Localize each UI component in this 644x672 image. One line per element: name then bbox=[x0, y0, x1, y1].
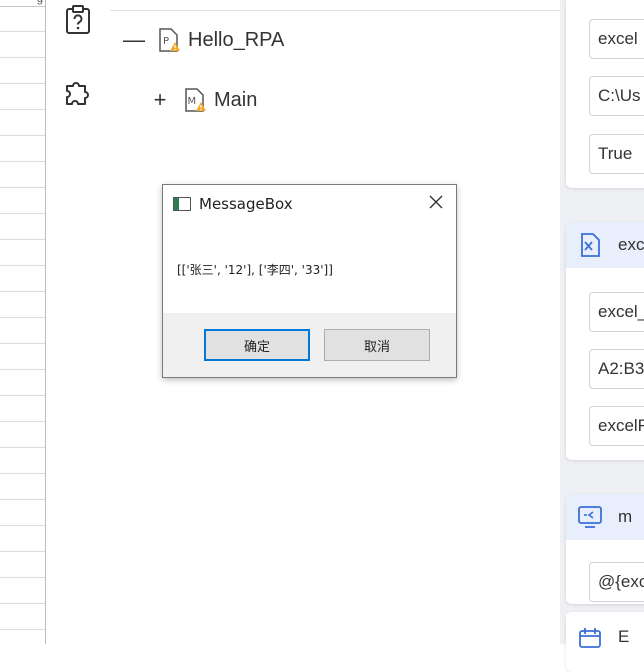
ok-button[interactable]: 确定 bbox=[204, 329, 310, 361]
cancel-button[interactable]: 取消 bbox=[324, 329, 430, 361]
property-field[interactable]: True bbox=[589, 134, 644, 174]
spreadsheet-strip: g bbox=[0, 0, 46, 644]
activity-title: m bbox=[618, 507, 633, 526]
icon-sidebar bbox=[46, 0, 111, 644]
property-field[interactable]: excelF bbox=[589, 406, 644, 446]
close-icon[interactable] bbox=[426, 193, 446, 213]
spreadsheet-top-glyph: g bbox=[37, 0, 43, 5]
activity-title: exc bbox=[618, 235, 644, 254]
tree-divider bbox=[110, 10, 560, 11]
property-field[interactable]: A2:B3 bbox=[589, 349, 644, 389]
svg-text:M: M bbox=[188, 96, 197, 107]
excel-x-icon bbox=[576, 231, 604, 259]
activity-header-excel[interactable]: exc bbox=[566, 222, 644, 268]
expand-toggle[interactable]: + bbox=[146, 87, 174, 113]
main-file-warning-icon: M bbox=[182, 87, 208, 113]
tree-node-hello-rpa[interactable]: — P Hello_RPA bbox=[120, 27, 284, 53]
property-field[interactable]: excel_ bbox=[589, 292, 644, 332]
monitor-message-icon bbox=[576, 503, 604, 531]
tree-node-label: Main bbox=[214, 88, 258, 111]
activity-header-4[interactable]: E bbox=[566, 614, 644, 660]
property-field[interactable]: excel bbox=[589, 19, 644, 59]
dialog-title: MessageBox bbox=[199, 195, 293, 213]
dialog-titlebar[interactable]: MessageBox bbox=[163, 185, 456, 223]
svg-text:P: P bbox=[163, 36, 169, 47]
app-window-icon bbox=[173, 197, 191, 211]
puzzle-icon[interactable] bbox=[60, 74, 96, 110]
tree-node-main[interactable]: + M Main bbox=[146, 87, 258, 113]
activity-title: E bbox=[618, 627, 630, 646]
dialog-footer: 确定 取消 bbox=[163, 313, 456, 377]
activity-header-message[interactable]: m bbox=[566, 494, 644, 540]
property-field[interactable]: @{exc bbox=[589, 562, 644, 602]
spreadsheet-top-cell: g bbox=[0, 0, 45, 7]
calendar-icon bbox=[576, 623, 604, 651]
collapse-toggle[interactable]: — bbox=[120, 27, 148, 53]
clipboard-question-icon[interactable] bbox=[60, 2, 96, 38]
properties-panel: excel C:\Us True exc excel_ A2:B3 excelF… bbox=[560, 0, 644, 672]
property-field[interactable]: C:\Us bbox=[589, 76, 644, 116]
dialog-message: [['张三', '12'], ['李四', '33']] bbox=[177, 263, 333, 277]
python-file-warning-icon: P bbox=[156, 27, 182, 53]
message-box-dialog: MessageBox [['张三', '12'], ['李四', '33']] … bbox=[162, 184, 457, 378]
tree-node-label: Hello_RPA bbox=[188, 28, 285, 51]
